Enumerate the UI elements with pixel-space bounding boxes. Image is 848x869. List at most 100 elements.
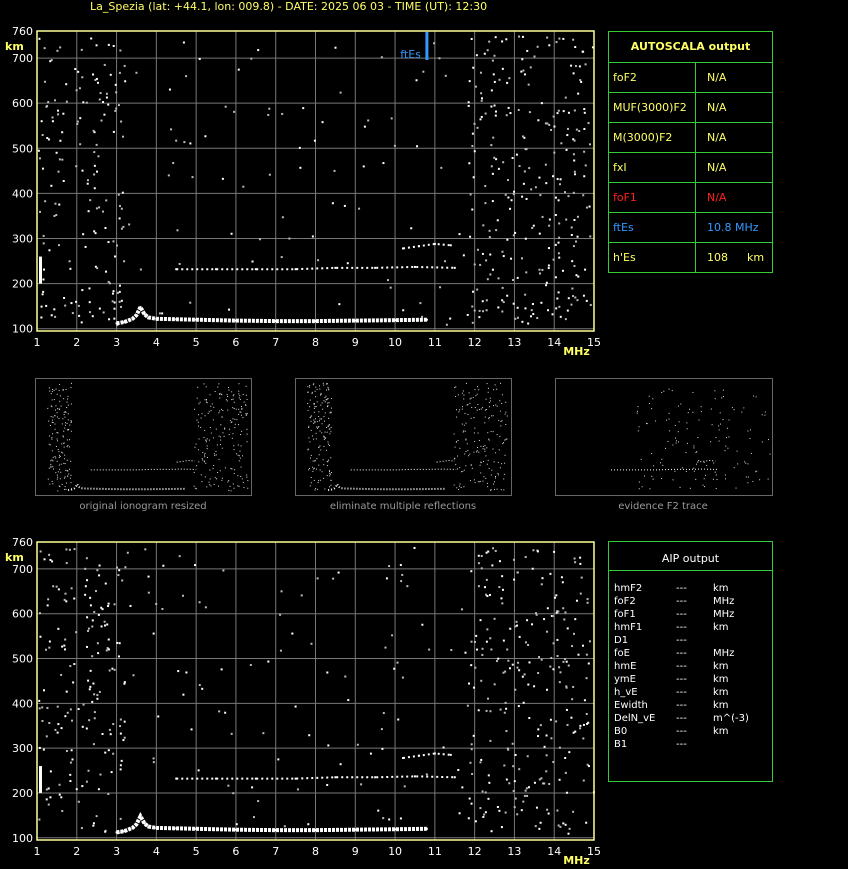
thumb-speckle xyxy=(70,382,72,384)
thumb-speckle xyxy=(59,383,61,385)
thumb-speckle xyxy=(326,426,328,428)
thumb-speckle xyxy=(492,448,494,450)
thumb-speckle xyxy=(236,419,238,421)
thumb-speckle xyxy=(238,408,240,410)
thumb-speckle xyxy=(319,418,321,420)
thumb-speckle xyxy=(324,401,326,403)
thumb-speckle xyxy=(458,411,460,413)
thumb-speckle xyxy=(492,431,494,433)
thumb-speckle xyxy=(727,427,729,429)
thumb-speckle xyxy=(47,407,49,409)
thumb-speckle xyxy=(456,487,458,489)
thumb-speckle xyxy=(220,424,222,426)
thumb-speckle xyxy=(489,397,491,399)
thumb-speckle xyxy=(493,405,495,407)
thumb-speckle xyxy=(231,399,233,401)
thumb-speckle xyxy=(310,482,312,484)
thumb-speckle xyxy=(66,422,68,424)
thumb-speckle xyxy=(242,394,244,396)
aip-value: --- xyxy=(676,739,687,750)
thumb-speckle xyxy=(668,412,670,414)
thumb-speckle xyxy=(228,480,230,482)
thumb-speckle xyxy=(232,398,234,400)
thumb-speckle xyxy=(316,458,318,460)
thumb-speckle xyxy=(194,446,196,448)
thumb-speckle xyxy=(486,482,488,484)
thumb-speckle xyxy=(681,467,683,469)
thumb-speckle xyxy=(726,437,728,439)
thumb-speckle xyxy=(330,457,332,459)
autoscala-label: ftEs xyxy=(613,221,634,234)
thumb-speckle xyxy=(66,439,68,441)
thumb-speckle xyxy=(460,487,462,489)
thumb-speckle xyxy=(233,407,235,409)
thumb-speckle xyxy=(318,420,320,422)
thumb-speckle xyxy=(321,471,323,473)
thumb-speckle xyxy=(221,479,223,481)
trace-point xyxy=(143,313,146,316)
thumbnail-original xyxy=(35,378,252,496)
thumb-speckle xyxy=(455,386,457,388)
thumb-speckle xyxy=(698,419,700,421)
thumb-speckle xyxy=(51,437,53,439)
thumb-speckle xyxy=(55,405,57,407)
thumb-speckle xyxy=(698,460,700,462)
thumb-speckle xyxy=(68,446,70,448)
thumb-speckle xyxy=(318,447,320,449)
thumb-speckle xyxy=(67,398,69,400)
thumb-speckle xyxy=(221,477,223,479)
ionogram-top: 1 2 3 4 5 6 7 8 9 10 11 12 13 14 15 100 200 300 400 500 600 7… xyxy=(0,20,610,360)
thumb-speckle xyxy=(196,397,198,399)
thumb-speckle xyxy=(70,403,72,405)
trace-point xyxy=(195,318,198,321)
autoscala-label: foF2 xyxy=(613,71,637,84)
trace-point xyxy=(115,322,118,325)
thumb-speckle xyxy=(473,479,475,481)
thumb-speckle xyxy=(54,415,56,417)
thumb-speckle xyxy=(504,413,506,415)
thumb-speckle xyxy=(313,438,315,440)
thumb-speckle xyxy=(456,416,458,418)
thumb-speckle xyxy=(51,391,53,393)
y-tick-label: 700 xyxy=(12,563,33,576)
trace-point xyxy=(254,268,257,271)
thumb-speckle xyxy=(210,410,212,412)
thumb-speckle xyxy=(488,406,490,408)
thumb-speckle xyxy=(724,478,726,480)
thumb-speckle xyxy=(197,421,199,423)
trace-point xyxy=(374,776,377,779)
x-tick-label: 11 xyxy=(428,845,442,858)
thumb-speckle xyxy=(329,412,331,414)
x-tick-label: 3 xyxy=(113,845,120,858)
thumb-speckle xyxy=(710,408,712,410)
thumb-speckle xyxy=(475,395,477,397)
thumb-speckle xyxy=(651,475,653,477)
thumb-speckle xyxy=(637,430,639,432)
thumb-speckle xyxy=(502,443,504,445)
thumb-speckle xyxy=(51,421,53,423)
thumb-speckle xyxy=(706,465,708,467)
thumb-speckle xyxy=(497,474,499,476)
y-tick-label: 760 xyxy=(12,536,33,549)
thumb-speckle xyxy=(309,468,311,470)
thumb-speckle xyxy=(309,406,311,408)
thumb-speckle xyxy=(651,408,653,410)
thumb-trace xyxy=(67,481,186,492)
thumb-speckle xyxy=(311,435,313,437)
thumb-speckle xyxy=(323,477,325,479)
thumb-speckle xyxy=(314,460,316,462)
thumb-speckle xyxy=(469,480,471,482)
thumb-speckle xyxy=(59,455,61,457)
thumb-speckle xyxy=(638,426,640,428)
thumb-speckle xyxy=(50,393,52,395)
thumb-speckle xyxy=(209,394,211,396)
thumb-speckle xyxy=(212,419,214,421)
thumb-speckle xyxy=(769,453,771,455)
thumb-speckle xyxy=(309,399,311,401)
x-tick-label: 10 xyxy=(388,845,402,858)
thumb-speckle xyxy=(648,395,650,397)
y-tick-label: 200 xyxy=(12,278,33,291)
thumb-speckle xyxy=(317,426,319,428)
thumb-speckle xyxy=(57,449,59,451)
thumb-speckle xyxy=(459,409,461,411)
